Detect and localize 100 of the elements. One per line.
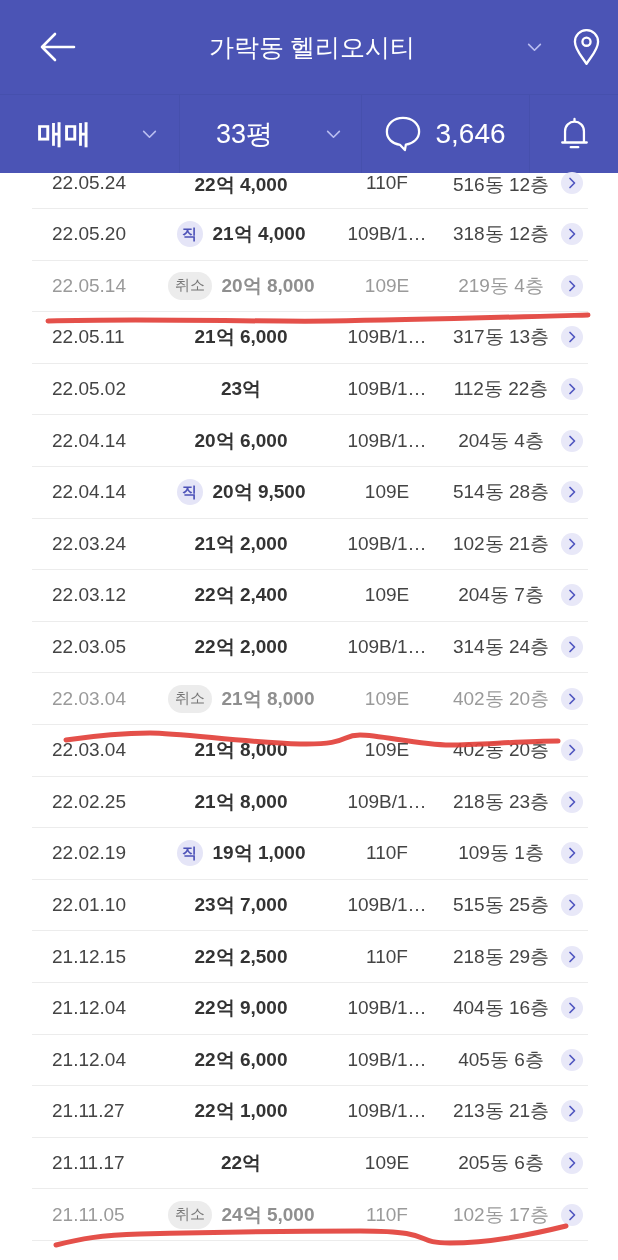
trade-price: 24억 5,000 xyxy=(221,1202,315,1227)
caret-icon xyxy=(142,129,157,139)
unit-area: 110F xyxy=(326,945,448,968)
unit-floor: 318동 12층 xyxy=(451,222,551,247)
unit-floor: 516동 12층 xyxy=(451,173,551,197)
trade-date: 22.04.14 xyxy=(52,429,127,452)
chevron-right-icon[interactable] xyxy=(561,894,583,916)
unit-area: 109E xyxy=(326,481,448,504)
unit-floor: 218동 23층 xyxy=(451,789,551,814)
unit-floor: 204동 4층 xyxy=(457,428,545,453)
unit-area: 109E xyxy=(326,584,448,607)
trade-price: 22억 6,000 xyxy=(194,1047,288,1072)
trade-date: 22.05.02 xyxy=(52,378,127,401)
chevron-right-icon[interactable] xyxy=(561,945,583,968)
unit-area: 110F xyxy=(326,1203,448,1226)
unit-floor: 514동 28층 xyxy=(451,480,551,505)
cancelled-badge: 취소 xyxy=(167,684,212,713)
bell-icon xyxy=(559,117,589,151)
chevron-right-icon[interactable] xyxy=(561,429,583,452)
chevron-right-icon[interactable] xyxy=(561,481,583,504)
trade-date: 22.03.05 xyxy=(52,636,127,659)
trade-price: 21억 4,000 xyxy=(212,222,306,247)
trade-date: 22.03.24 xyxy=(52,532,127,555)
unit-area: 109B/1… xyxy=(326,1100,448,1123)
caret-icon xyxy=(326,129,341,139)
trade-date: 21.11.27 xyxy=(52,1100,126,1123)
unit-area: 109B/1… xyxy=(326,429,448,452)
trade-price: 20억 6,000 xyxy=(194,428,288,453)
unit-area: 109E xyxy=(326,1152,448,1174)
chevron-right-icon[interactable] xyxy=(561,1203,583,1226)
trade-price: 19억 1,000 xyxy=(212,841,306,866)
chevron-right-icon[interactable] xyxy=(561,378,583,401)
unit-floor: 204동 7층 xyxy=(457,583,545,608)
chevron-right-icon[interactable] xyxy=(561,1152,583,1174)
trade-date: 22.02.25 xyxy=(52,790,127,813)
unit-area: 109B/1… xyxy=(326,326,448,349)
trade-price: 23억 xyxy=(220,377,262,402)
trade-price: 22억 xyxy=(220,1151,262,1175)
trade-price: 20억 8,000 xyxy=(221,273,315,298)
unit-area: 109B/1… xyxy=(326,223,448,246)
page-title: 가락동 헬리오시티 xyxy=(208,31,416,63)
comments-button[interactable]: 3,646 xyxy=(362,95,530,173)
trade-price: 22억 2,400 xyxy=(194,583,288,608)
unit-floor: 317동 13층 xyxy=(451,325,551,350)
direct-trade-badge: 직 xyxy=(176,221,203,248)
unit-area: 109E xyxy=(326,687,448,710)
unit-area: 109E xyxy=(326,739,448,762)
trade-price: 22억 9,000 xyxy=(194,996,288,1021)
trade-date: 22.05.14 xyxy=(52,274,127,297)
chevron-right-icon[interactable] xyxy=(561,326,583,349)
chevron-right-icon[interactable] xyxy=(561,687,583,710)
unit-floor: 213동 21층 xyxy=(451,1099,551,1124)
trade-date: 22.03.12 xyxy=(52,584,127,607)
unit-area: 109B/1… xyxy=(326,894,448,916)
unit-area: 109B/1… xyxy=(326,636,448,659)
unit-floor: 515동 25층 xyxy=(451,893,551,917)
unit-area: 109E xyxy=(326,274,448,297)
trade-price: 22억 4,000 xyxy=(194,173,288,197)
trade-date: 22.05.24 xyxy=(52,172,127,194)
chevron-right-icon[interactable] xyxy=(561,584,583,607)
chevron-right-icon[interactable] xyxy=(561,532,583,555)
deal-type-dropdown[interactable]: 매매 xyxy=(0,95,180,173)
chevron-right-icon[interactable] xyxy=(561,636,583,659)
chevron-right-icon[interactable] xyxy=(561,842,583,865)
chevron-right-icon[interactable] xyxy=(561,790,583,813)
unit-area: 110F xyxy=(326,842,448,865)
unit-floor: 205동 6층 xyxy=(457,1151,545,1175)
trade-date: 22.03.04 xyxy=(52,687,127,710)
unit-area: 110F xyxy=(326,172,448,194)
trade-date: 21.11.05 xyxy=(52,1203,126,1226)
direct-trade-badge: 직 xyxy=(176,479,203,506)
chevron-right-icon[interactable] xyxy=(561,274,583,297)
chevron-right-icon[interactable] xyxy=(561,739,583,762)
trade-date: 21.12.04 xyxy=(52,1048,127,1071)
chevron-right-icon[interactable] xyxy=(561,1048,583,1071)
trade-date: 22.04.14 xyxy=(52,481,127,504)
trade-price: 22억 1,000 xyxy=(194,1099,288,1124)
chevron-right-icon[interactable] xyxy=(561,997,583,1020)
cancelled-badge: 취소 xyxy=(167,271,212,300)
unit-floor: 218동 29층 xyxy=(451,944,551,969)
chevron-right-icon[interactable] xyxy=(561,172,583,194)
location-pin-icon[interactable] xyxy=(572,28,600,66)
cancelled-badge: 취소 xyxy=(167,1200,212,1229)
size-dropdown[interactable]: 33평 xyxy=(180,95,362,173)
trade-price: 22억 2,500 xyxy=(194,944,288,969)
unit-floor: 102동 21층 xyxy=(451,531,551,556)
chevron-right-icon[interactable] xyxy=(561,1100,583,1123)
trade-price: 21억 6,000 xyxy=(194,325,288,350)
unit-floor: 109동 1층 xyxy=(457,841,545,866)
trade-price: 21억 8,000 xyxy=(194,789,288,814)
caret-icon[interactable] xyxy=(526,42,542,52)
unit-area: 109B/1… xyxy=(326,997,448,1020)
unit-area: 109B/1… xyxy=(326,532,448,555)
chevron-right-icon[interactable] xyxy=(561,223,583,246)
trade-date: 21.12.15 xyxy=(52,945,127,968)
trade-price: 21억 2,000 xyxy=(194,531,288,556)
trade-date: 22.01.10 xyxy=(52,894,127,916)
back-icon[interactable] xyxy=(40,32,76,62)
trade-price: 23억 7,000 xyxy=(194,893,288,917)
trade-date: 21.11.17 xyxy=(52,1152,126,1174)
